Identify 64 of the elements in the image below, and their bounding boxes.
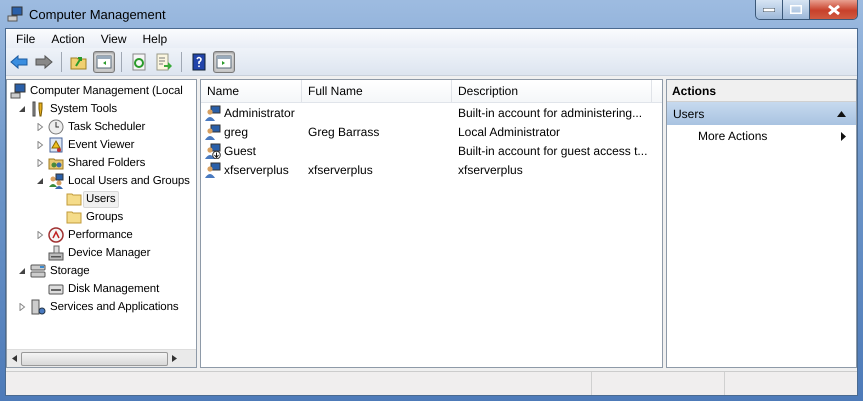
tree-item[interactable]: Performance [65, 226, 136, 244]
expanded-arrow-icon[interactable] [18, 105, 26, 113]
actions-section-header[interactable]: Users [667, 102, 856, 125]
event-log-icon [48, 137, 64, 153]
menu-item[interactable]: Action [43, 32, 93, 46]
column-header[interactable]: Description [452, 80, 652, 102]
tree-item[interactable]: Groups [83, 208, 126, 226]
tree-item[interactable]: Device Manager [65, 244, 154, 262]
minimize-icon [763, 8, 775, 12]
maximize-icon [790, 5, 802, 14]
tree-item[interactable]: Computer Management (Local [27, 82, 186, 100]
folder-icon [66, 209, 82, 225]
tree-item[interactable]: Services and Applications [47, 298, 182, 316]
menu-item[interactable]: Help [134, 32, 176, 46]
show-tree-button[interactable] [93, 50, 115, 72]
tree-item[interactable]: Shared Folders [65, 154, 148, 172]
user-name[interactable]: xfserverplus [224, 162, 289, 176]
show-action-pane-button[interactable] [213, 50, 235, 72]
tree-item[interactable]: Users [83, 190, 119, 208]
device-icon [48, 245, 64, 261]
table-cell: Built-in account for guest access t... [458, 144, 648, 158]
computer-icon [10, 83, 26, 99]
horizontal-scrollbar[interactable] [7, 349, 196, 367]
tree-item[interactable]: Storage [47, 262, 93, 280]
clock-icon [48, 119, 64, 135]
expanded-arrow-icon[interactable] [18, 267, 26, 275]
close-icon [828, 4, 840, 14]
tree-item[interactable]: System Tools [47, 100, 120, 118]
table-cell: Built-in account for administering... [458, 106, 642, 120]
tree-item[interactable]: Event Viewer [65, 136, 138, 154]
table-cell: Greg Barrass [308, 124, 380, 138]
tree-item[interactable]: Disk Management [65, 280, 162, 298]
close-button[interactable] [810, 0, 857, 19]
collapsed-arrow-icon[interactable] [18, 303, 26, 311]
minimize-button[interactable] [756, 0, 783, 19]
window-title: Computer Management [29, 6, 166, 22]
scroll-left-icon [12, 355, 17, 362]
scroll-right-icon [172, 355, 177, 362]
user-name[interactable]: greg [224, 124, 248, 138]
collapse-arrow-icon[interactable] [837, 110, 846, 116]
menu-item[interactable]: View [92, 32, 134, 46]
column-header[interactable]: Name [201, 80, 302, 102]
column-header[interactable]: Full Name [302, 80, 452, 102]
expanded-arrow-icon[interactable] [36, 177, 44, 185]
table-cell: xfserverplus [308, 162, 373, 176]
maximize-button[interactable] [783, 0, 810, 19]
computer-icon [7, 6, 23, 22]
collapsed-arrow-icon[interactable] [36, 123, 44, 131]
folder-icon [66, 191, 82, 207]
action-link[interactable]: More Actions [698, 129, 768, 143]
table-cell: xfserverplus [458, 162, 523, 176]
users-icon [48, 173, 64, 189]
storage-icon [30, 263, 46, 279]
scrollbar-thumb[interactable] [21, 352, 168, 366]
tree-item[interactable]: Local Users and Groups [65, 172, 193, 190]
table-cell: Local Administrator [458, 124, 560, 138]
collapsed-arrow-icon[interactable] [36, 231, 44, 239]
collapsed-arrow-icon[interactable] [36, 159, 44, 167]
collapsed-arrow-icon[interactable] [36, 141, 44, 149]
section-title: Users [673, 106, 704, 120]
menu-item[interactable]: File [8, 32, 44, 46]
user-name[interactable]: Administrator [224, 106, 295, 120]
tree-item[interactable]: Task Scheduler [65, 118, 148, 136]
actions-header: Actions [667, 80, 856, 102]
